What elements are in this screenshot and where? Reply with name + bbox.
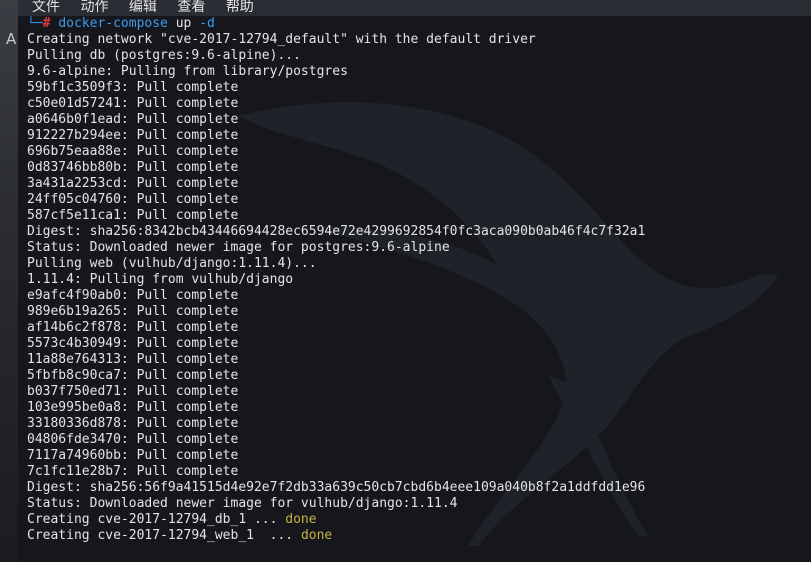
output-line: Status: Downloaded newer image for postg…	[27, 240, 450, 255]
creating-line-db: Creating cve-2017-12794_db_1 ... done	[18, 512, 811, 528]
menu-file[interactable]: 文件	[32, 0, 60, 14]
terminal-output-area[interactable]: └─# docker-compose up -d Creating networ…	[18, 16, 811, 562]
menu-view[interactable]: 查看	[177, 0, 205, 14]
output-line: Pulling db (postgres:9.6-alpine)...	[27, 48, 301, 63]
prompt-command: docker-compose	[58, 16, 168, 31]
output-line: Creating network "cve-2017-12794_default…	[27, 32, 536, 47]
status-done: done	[300, 528, 333, 543]
output-lines: Creating network "cve-2017-12794_default…	[18, 32, 811, 512]
creating-text: Creating cve-2017-12794_web_1 ...	[27, 528, 301, 543]
output-line: 7117a74960bb: Pull complete	[27, 448, 239, 463]
output-line: 989e6b19a265: Pull complete	[27, 304, 239, 319]
output-line: 24ff05c04760: Pull complete	[27, 192, 239, 207]
output-line: 33180336d878: Pull complete	[27, 416, 239, 431]
menu-help[interactable]: 帮助	[226, 0, 254, 14]
prompt-flag: -d	[199, 16, 215, 31]
creating-line-web: Creating cve-2017-12794_web_1 ... done	[18, 528, 811, 544]
desktop-edge: A	[0, 0, 18, 562]
output-line: 59bf1c3509f3: Pull complete	[27, 80, 239, 95]
prompt-symbol: #	[42, 16, 51, 31]
desktop-letter: A	[6, 30, 17, 48]
menu-actions[interactable]: 动作	[80, 0, 108, 14]
output-line: e9afc4f90ab0: Pull complete	[27, 288, 239, 303]
output-line: 587cf5e11ca1: Pull complete	[27, 208, 239, 223]
output-line: Pulling web (vulhub/django:1.11.4)...	[27, 256, 317, 271]
output-line: a0646b0f1ead: Pull complete	[27, 112, 239, 127]
output-line: 696b75eaa88e: Pull complete	[27, 144, 239, 159]
output-line: 103e995be0a8: Pull complete	[27, 400, 239, 415]
output-line: 7c1fc11e28b7: Pull complete	[27, 464, 239, 479]
prompt-args: up	[167, 16, 200, 31]
output-line: 11a88e764313: Pull complete	[27, 352, 239, 367]
output-line: b037f750ed71: Pull complete	[27, 384, 239, 399]
output-line: 5573c4b30949: Pull complete	[27, 336, 239, 351]
output-line: c50e01d57241: Pull complete	[27, 96, 239, 111]
output-line: 3a431a2253cd: Pull complete	[27, 176, 239, 191]
output-line: Digest: sha256:56f9a41515d4e92e7f2db33a6…	[27, 480, 646, 495]
creating-text: Creating cve-2017-12794_db_1 ...	[27, 512, 286, 527]
output-line: af14b6c2f878: Pull complete	[27, 320, 239, 335]
status-done: done	[285, 512, 317, 527]
menu-edit[interactable]: 编辑	[129, 0, 157, 14]
output-line: 912227b294ee: Pull complete	[27, 128, 239, 143]
prompt-line: └─# docker-compose up -d	[18, 16, 811, 32]
output-line: Status: Downloaded newer image for vulhu…	[27, 496, 458, 511]
prompt-corner: └─	[27, 16, 43, 31]
output-line: 04806fde3470: Pull complete	[27, 432, 239, 447]
output-line: 0d83746bb80b: Pull complete	[27, 160, 239, 175]
output-line: Digest: sha256:8342bcb43446694428ec6594e…	[27, 224, 646, 239]
output-line: 1.11.4: Pulling from vulhub/django	[27, 272, 294, 287]
output-line: 5fbfb8c90ca7: Pull complete	[27, 368, 239, 383]
terminal-menubar: 文件 动作 编辑 查看 帮助	[18, 0, 811, 16]
output-line: 9.6-alpine: Pulling from library/postgre…	[27, 64, 348, 79]
